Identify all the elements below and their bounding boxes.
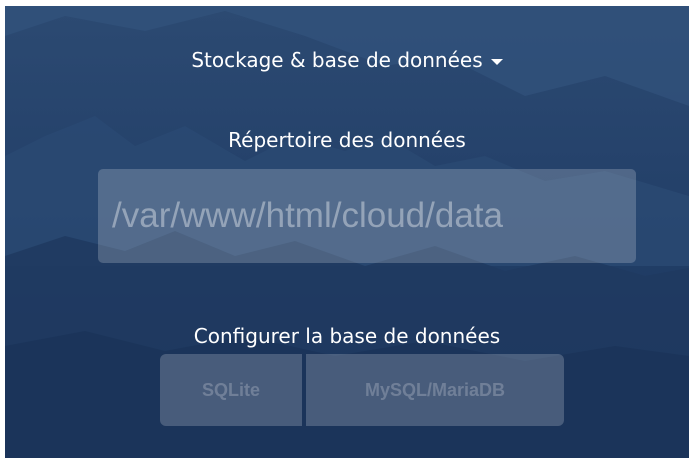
mysql-mariadb-option-button[interactable]: MySQL/MariaDB <box>306 354 564 426</box>
sqlite-option-button[interactable]: SQLite <box>160 354 302 426</box>
data-directory-input[interactable] <box>98 169 636 263</box>
setup-panel: Stockage & base de données Répertoire de… <box>5 6 689 458</box>
storage-database-title: Stockage & base de données <box>191 48 483 72</box>
caret-down-icon <box>490 58 503 65</box>
database-config-label: Configurer la base de données <box>193 324 501 348</box>
data-directory-label: Répertoire des données <box>228 128 466 152</box>
database-type-selector: SQLite MySQL/MariaDB <box>160 354 564 426</box>
storage-database-toggle[interactable]: Stockage & base de données <box>5 48 689 72</box>
